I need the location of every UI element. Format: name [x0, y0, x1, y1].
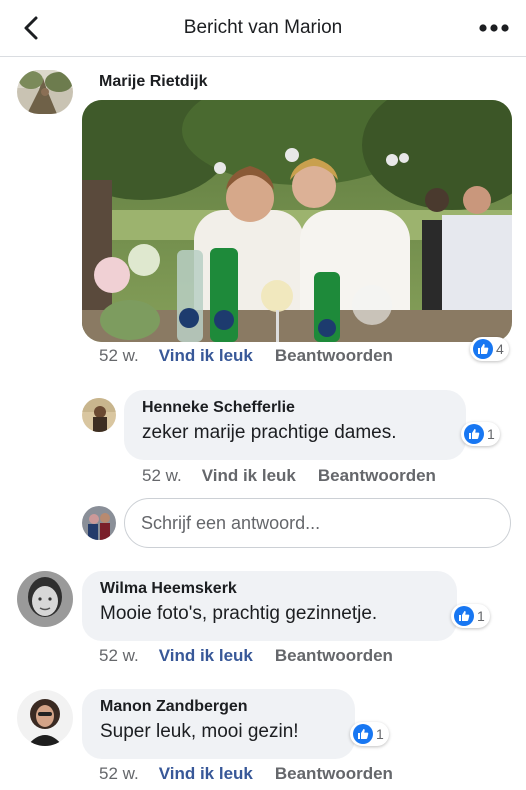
comment-like-link[interactable]: Vind ik leuk: [159, 764, 253, 783]
post-photo[interactable]: [82, 100, 512, 342]
comment-author-name[interactable]: Wilma Heemskerk: [100, 580, 439, 598]
reaction-count: 1: [477, 608, 485, 624]
thumbs-up-icon: [454, 606, 474, 626]
post-author-name[interactable]: Marije Rietdijk: [99, 73, 207, 91]
post-meta-row: 52 w. Vind ik leuk Beantwoorden: [99, 346, 393, 366]
comment-meta-row: 52 w. Vind ik leuk Beantwoorden: [99, 646, 393, 666]
reply-timestamp: 52 w.: [142, 466, 182, 485]
reply-input[interactable]: Schrijf een antwoord...: [124, 498, 511, 548]
avatar[interactable]: [17, 690, 73, 746]
comment-reaction-badge[interactable]: 1: [451, 604, 490, 628]
comment-bubble[interactable]: Wilma Heemskerk Mooie foto's, prachtig g…: [82, 571, 457, 641]
post-reply-link[interactable]: Beantwoorden: [275, 346, 393, 365]
reply-meta-row: 52 w. Vind ik leuk Beantwoorden: [142, 466, 436, 486]
thumbs-up-icon: [353, 724, 373, 744]
post-reaction-badge[interactable]: 4: [470, 337, 509, 361]
comment-text: Mooie foto's, prachtig gezinnetje.: [100, 603, 378, 624]
comment-reaction-badge[interactable]: 1: [350, 722, 389, 746]
more-dots-icon[interactable]: [478, 18, 510, 38]
reply-input-placeholder: Schrijf een antwoord...: [141, 513, 321, 533]
comment-text: Super leuk, mooi gezin!: [100, 721, 299, 742]
comment-reply-link[interactable]: Beantwoorden: [275, 764, 393, 783]
thumbs-up-icon: [473, 339, 493, 359]
avatar[interactable]: [17, 70, 73, 114]
comment-bubble[interactable]: Manon Zandbergen Super leuk, mooi gezin!: [82, 689, 355, 759]
reaction-count: 1: [487, 426, 495, 442]
reply-reply-link[interactable]: Beantwoorden: [318, 466, 436, 485]
current-user-avatar: [82, 506, 116, 540]
reply-like-link[interactable]: Vind ik leuk: [202, 466, 296, 485]
avatar[interactable]: [17, 571, 73, 627]
comment-like-link[interactable]: Vind ik leuk: [159, 646, 253, 665]
avatar[interactable]: [82, 398, 116, 432]
post-like-link[interactable]: Vind ik leuk: [159, 346, 253, 365]
reaction-count: 1: [376, 726, 384, 742]
comment-author-name[interactable]: Manon Zandbergen: [100, 698, 337, 716]
comment-meta-row: 52 w. Vind ik leuk Beantwoorden: [99, 764, 393, 784]
post-timestamp: 52 w.: [99, 346, 139, 365]
comment-reply-link[interactable]: Beantwoorden: [275, 646, 393, 665]
comment-timestamp: 52 w.: [99, 646, 139, 665]
reaction-count: 4: [496, 341, 504, 357]
top-bar: Bericht van Marion: [0, 0, 526, 57]
page-title: Bericht van Marion: [183, 17, 343, 38]
reply-bubble[interactable]: Henneke Schefferlie zeker marije prachti…: [124, 390, 466, 460]
reply-reaction-badge[interactable]: 1: [461, 422, 500, 446]
reply-text: zeker marije prachtige dames.: [142, 422, 397, 443]
reply-author-name[interactable]: Henneke Schefferlie: [142, 399, 448, 417]
thumbs-up-icon: [464, 424, 484, 444]
comment-timestamp: 52 w.: [99, 764, 139, 783]
